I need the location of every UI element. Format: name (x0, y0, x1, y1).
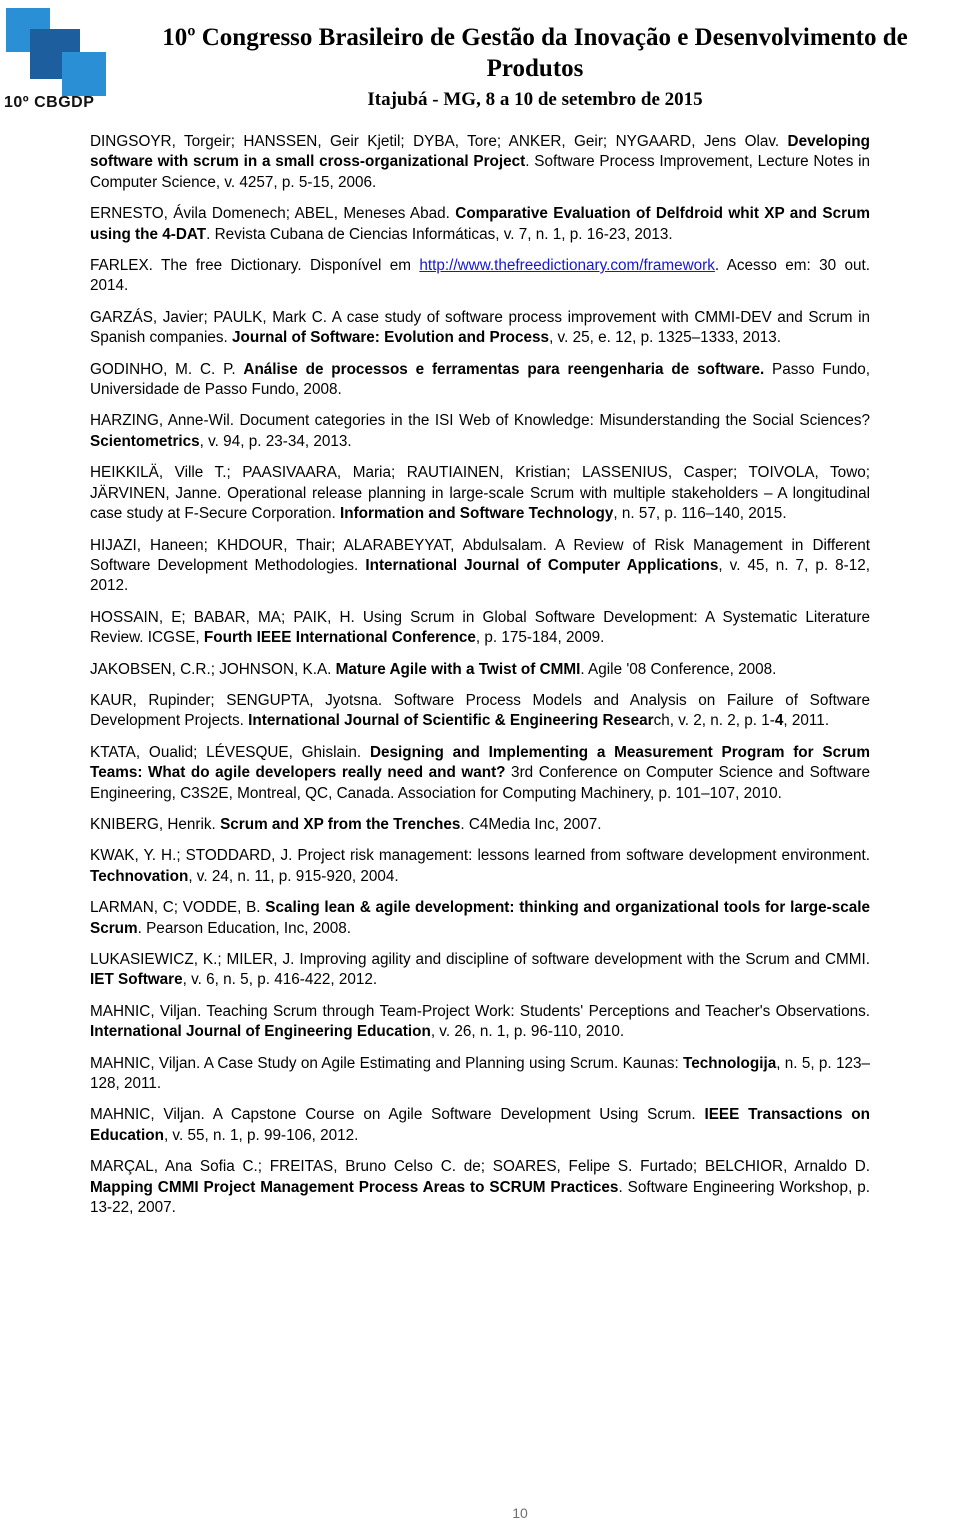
reference-text: MARÇAL, Ana Sofia C.; FREITAS, Bruno Cel… (90, 1158, 870, 1176)
reference-entry: KNIBERG, Henrik. Scrum and XP from the T… (90, 815, 870, 835)
reference-text: , 2011. (783, 712, 830, 730)
reference-link[interactable]: http://www.thefreedictionary.com/framewo… (419, 257, 715, 274)
reference-entry: FARLEX. The free Dictionary. Disponível … (90, 256, 870, 297)
reference-text: LUKASIEWICZ, K.; MILER, J. Improving agi… (90, 951, 870, 968)
reference-text: , p. 175-184, 2009. (475, 629, 605, 647)
reference-title-bold: Fourth IEEE International Conference (203, 629, 476, 647)
reference-text: , n. 57, p. 116–140, 2015. (613, 505, 787, 523)
logo-wordmark: 10º CBGDP (4, 94, 95, 111)
reference-entry: MAHNIC, Viljan. A Capstone Course on Agi… (90, 1105, 870, 1146)
reference-title-bold: Technologija (683, 1054, 777, 1072)
reference-title-bold: Mature Agile with a Twist of CMMI (335, 660, 581, 678)
reference-text: DINGSOYR, Torgeir; HANSSEN, Geir Kjetil;… (90, 133, 788, 150)
header-title-block: 10º Congresso Brasileiro de Gestão da In… (120, 22, 950, 113)
reference-text: MAHNIC, Viljan. A Capstone Course on Agi… (90, 1106, 705, 1124)
reference-entry: MAHNIC, Viljan. A Case Study on Agile Es… (90, 1054, 870, 1095)
reference-title-bold: Análise de processos e ferramentas para … (243, 360, 765, 378)
congress-title: 10º Congresso Brasileiro de Gestão da In… (162, 24, 908, 82)
reference-text: KWAK, Y. H.; STODDARD, J. Project risk m… (90, 847, 870, 865)
reference-entry: JAKOBSEN, C.R.; JOHNSON, K.A. Mature Agi… (90, 660, 870, 680)
reference-text: LARMAN, C; VODDE, B. (90, 899, 266, 917)
reference-entry: KTATA, Oualid; LÉVESQUE, Ghislain. Desig… (90, 743, 870, 804)
reference-title-bold: International Journal of Computer Applic… (365, 556, 719, 574)
reference-text: FARLEX. The free Dictionary. Disponível … (90, 257, 420, 275)
congress-location-date: Itajubá - MG, 8 a 10 de setembro de 2015 (367, 89, 703, 110)
reference-entry: MARÇAL, Ana Sofia C.; FREITAS, Bruno Cel… (90, 1157, 870, 1218)
reference-title-bold: Mapping CMMI Project Management Process … (90, 1178, 619, 1196)
reference-title-bold: Journal of Software: Evolution and Proce… (232, 329, 550, 347)
page-header: 10º CBGDP 10º Congresso Brasileiro de Ge… (0, 0, 960, 122)
reference-text: , v. 94, p. 23-34, 2013. (199, 432, 352, 450)
cbgdp-logo: 10º CBGDP (4, 4, 116, 114)
reference-text: , v. 25, e. 12, p. 1325–1333, 2013. (549, 329, 781, 347)
reference-entry: GODINHO, M. C. P. Análise de processos e… (90, 360, 870, 401)
reference-text: . C4Media Inc, 2007. (460, 815, 602, 833)
reference-text: MAHNIC, Viljan. Teaching Scrum through T… (90, 1002, 870, 1020)
reference-text: MAHNIC, Viljan. A Case Study on Agile Es… (90, 1054, 684, 1072)
reference-title-bold: IET Software (90, 971, 183, 989)
references-list: DINGSOYR, Torgeir; HANSSEN, Geir Kjetil;… (90, 132, 870, 1218)
reference-entry: GARZÁS, Javier; PAULK, Mark C. A case st… (90, 308, 870, 349)
reference-title-bold: International Journal of Engineering Edu… (90, 1023, 431, 1041)
reference-entry: MAHNIC, Viljan. Teaching Scrum through T… (90, 1002, 870, 1043)
reference-text: . Revista Cubana de Ciencias Informática… (206, 225, 673, 243)
reference-text: JAKOBSEN, C.R.; JOHNSON, K.A. (90, 660, 336, 678)
reference-text: , v. 26, n. 1, p. 96-110, 2010. (430, 1023, 625, 1041)
reference-entry: HEIKKILÄ, Ville T.; PAASIVAARA, Maria; R… (90, 463, 870, 524)
reference-entry: LARMAN, C; VODDE, B. Scaling lean & agil… (90, 898, 870, 939)
reference-title-bold: Scientometrics (90, 432, 200, 450)
reference-title-bold: Technovation (90, 867, 189, 885)
reference-text: KNIBERG, Henrik. (90, 815, 221, 833)
reference-entry: KAUR, Rupinder; SENGUPTA, Jyotsna. Softw… (90, 691, 870, 732)
reference-title-bold: International Journal of Scientific & En… (248, 712, 654, 730)
reference-entry: KWAK, Y. H.; STODDARD, J. Project risk m… (90, 846, 870, 887)
reference-text: , v. 55, n. 1, p. 99-106, 2012. (163, 1126, 359, 1144)
reference-text: ch, v. 2, n. 2, p. 1- (653, 712, 775, 730)
reference-title-bold: Information and Software Technology (339, 505, 614, 523)
reference-entry: HIJAZI, Haneen; KHDOUR, Thair; ALARABEYY… (90, 536, 870, 597)
reference-entry: HARZING, Anne-Wil. Document categories i… (90, 411, 870, 452)
page-number: 10 (512, 1505, 528, 1521)
reference-entry: DINGSOYR, Torgeir; HANSSEN, Geir Kjetil;… (90, 132, 870, 193)
reference-text: HARZING, Anne-Wil. Document categories i… (90, 412, 870, 430)
reference-text: . Pearson Education, Inc, 2008. (137, 919, 352, 937)
logo-square-light-bottom (62, 52, 106, 96)
reference-text: ERNESTO, Ávila Domenech; ABEL, Meneses A… (90, 205, 456, 223)
reference-text: KTATA, Oualid; LÉVESQUE, Ghislain. (90, 743, 370, 761)
reference-entry: HOSSAIN, E; BABAR, MA; PAIK, H. Using Sc… (90, 608, 870, 649)
reference-entry: LUKASIEWICZ, K.; MILER, J. Improving agi… (90, 950, 870, 991)
reference-title-bold: Scrum and XP from the Trenches (220, 815, 461, 833)
reference-text: GODINHO, M. C. P. (90, 360, 244, 378)
reference-text: . Agile '08 Conference, 2008. (580, 660, 777, 678)
reference-text: , v. 24, n. 11, p. 915-920, 2004. (188, 867, 399, 885)
reference-entry: ERNESTO, Ávila Domenech; ABEL, Meneses A… (90, 204, 870, 245)
reference-text: , v. 6, n. 5, p. 416-422, 2012. (182, 971, 378, 989)
